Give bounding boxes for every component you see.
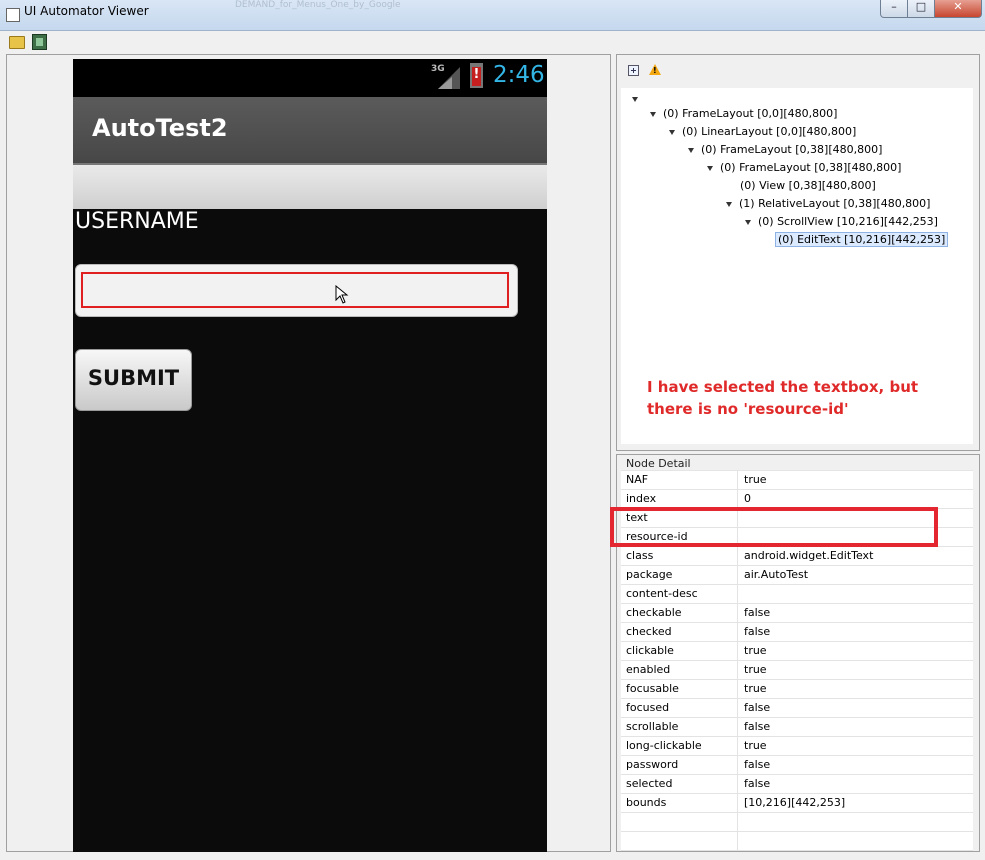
warning-icon[interactable]: ! — [649, 64, 661, 75]
detail-value: 0 — [744, 492, 751, 505]
detail-value: true — [744, 682, 767, 695]
title-bar: UI Automator Viewer DEMAND_for_Menus_One… — [0, 0, 985, 31]
detail-row[interactable]: content-desc — [621, 585, 973, 604]
signal-icon — [438, 67, 460, 89]
detail-key: focused — [626, 701, 670, 714]
detail-key: checked — [626, 625, 672, 638]
detail-key: index — [626, 492, 657, 505]
detail-key: bounds — [626, 796, 667, 809]
detail-key: enabled — [626, 663, 671, 676]
status-bar: 3G ! 2:46 — [73, 59, 547, 97]
detail-value: false — [744, 701, 771, 714]
detail-value: true — [744, 663, 767, 676]
app-icon — [6, 8, 20, 22]
detail-row[interactable]: long-clickable true — [621, 737, 973, 756]
gray-strip — [73, 165, 547, 209]
detail-row[interactable] — [621, 813, 973, 832]
tree-node-label: (1) RelativeLayout [0,38][480,800] — [739, 197, 931, 210]
device-screenshot-icon[interactable] — [32, 34, 47, 50]
detail-value: false — [744, 777, 771, 790]
detail-row[interactable]: selected false — [621, 775, 973, 794]
annotation-highlight-box — [610, 507, 938, 547]
tree-node[interactable]: (0) View [0,38][480,800] — [740, 177, 876, 195]
detail-value: false — [744, 606, 771, 619]
toolbar — [0, 31, 985, 53]
tree-node-label: (0) FrameLayout [0,0][480,800] — [663, 107, 838, 120]
app-title: AutoTest2 — [92, 114, 228, 142]
detail-value: false — [744, 625, 771, 638]
detail-value: air.AutoTest — [744, 568, 809, 581]
tree-node[interactable]: (0) FrameLayout [0,38][480,800] — [707, 159, 901, 177]
submit-label: SUBMIT — [87, 366, 180, 390]
tree-node-label: (0) FrameLayout [0,38][480,800] — [701, 143, 883, 156]
detail-row[interactable]: password false — [621, 756, 973, 775]
tree-node[interactable]: (1) RelativeLayout [0,38][480,800] — [726, 195, 930, 213]
detail-row[interactable]: checkable false — [621, 604, 973, 623]
tree-node-label: (0) ScrollView [10,216][442,253] — [758, 215, 938, 228]
battery-alert-icon: ! — [470, 63, 483, 88]
detail-key: content-desc — [626, 587, 698, 600]
node-detail-title: Node Detail — [626, 457, 691, 470]
mouse-cursor-icon — [335, 285, 349, 304]
background-window-title: DEMAND_for_Menus_One_by_Google — [235, 0, 401, 10]
detail-row[interactable]: NAF true — [621, 471, 973, 490]
detail-key: selected — [626, 777, 673, 790]
detail-key: long-clickable — [626, 739, 702, 752]
maximize-button[interactable]: □ — [907, 0, 935, 18]
detail-value: false — [744, 758, 771, 771]
battery-alert-mark: ! — [473, 67, 480, 82]
detail-value: android.widget.EditText — [744, 549, 874, 562]
minimize-button[interactable]: – — [880, 0, 908, 18]
detail-key: clickable — [626, 644, 674, 657]
detail-value: [10,216][442,253] — [744, 796, 846, 809]
detail-key: checkable — [626, 606, 682, 619]
detail-row[interactable]: clickable true — [621, 642, 973, 661]
detail-row[interactable] — [621, 832, 973, 851]
detail-key: scrollable — [626, 720, 679, 733]
tree-node-label: (0) LinearLayout [0,0][480,800] — [682, 125, 857, 138]
detail-row[interactable]: checked false — [621, 623, 973, 642]
tree-node[interactable]: (0) FrameLayout [0,38][480,800] — [688, 141, 882, 159]
tree-node-label: (0) EditText [10,216][442,253] — [775, 232, 949, 247]
tree-node[interactable]: (0) ScrollView [10,216][442,253] — [745, 213, 938, 231]
annotation-note: I have selected the textbox, but there i… — [647, 378, 919, 418]
selected-node-highlight — [81, 272, 509, 308]
detail-value: true — [744, 739, 767, 752]
tree-node-label: (0) FrameLayout [0,38][480,800] — [720, 161, 902, 174]
status-clock: 2:46 — [493, 62, 545, 88]
tree-node[interactable]: (0) FrameLayout [0,0][480,800] — [650, 105, 837, 123]
detail-value: true — [744, 473, 767, 486]
action-bar: AutoTest2 — [73, 97, 547, 165]
tree-root-toggle[interactable] — [632, 90, 645, 108]
detail-key: package — [626, 568, 673, 581]
detail-row[interactable]: focused false — [621, 699, 973, 718]
tree-node-selected[interactable]: (0) EditText [10,216][442,253] — [775, 231, 949, 249]
folder-open-icon[interactable] — [9, 36, 25, 49]
detail-row[interactable]: class android.widget.EditText — [621, 547, 973, 566]
submit-button[interactable]: SUBMIT — [75, 349, 192, 411]
detail-key: password — [626, 758, 679, 771]
detail-row[interactable]: focusable true — [621, 680, 973, 699]
detail-row[interactable]: bounds [10,216][442,253] — [621, 794, 973, 813]
expand-all-icon[interactable] — [628, 65, 639, 76]
detail-key: class — [626, 549, 654, 562]
device-screen[interactable]: 3G ! 2:46 AutoTest2 USERNAME SUBMIT — [73, 59, 547, 852]
detail-value: true — [744, 644, 767, 657]
detail-row[interactable]: package air.AutoTest — [621, 566, 973, 585]
detail-key: NAF — [626, 473, 649, 486]
detail-row[interactable]: enabled true — [621, 661, 973, 680]
tree-node[interactable]: (0) LinearLayout [0,0][480,800] — [669, 123, 856, 141]
window-title: UI Automator Viewer — [24, 4, 149, 18]
detail-value: false — [744, 720, 771, 733]
username-label: USERNAME — [75, 209, 199, 234]
tree-node-label: (0) View [0,38][480,800] — [740, 179, 876, 192]
close-button[interactable]: ✕ — [934, 0, 982, 18]
detail-key: focusable — [626, 682, 679, 695]
detail-row[interactable]: scrollable false — [621, 718, 973, 737]
